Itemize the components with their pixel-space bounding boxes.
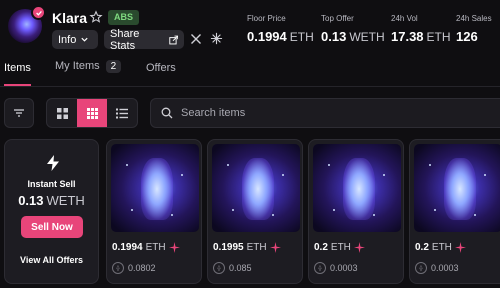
top-offer-value: 0.13 WETH bbox=[321, 29, 385, 44]
tab-offers[interactable]: Offers bbox=[146, 62, 176, 74]
sales-24h-value: 126 bbox=[456, 29, 478, 44]
share-stats-label: Share Stats bbox=[110, 27, 140, 52]
search-bar bbox=[150, 98, 500, 128]
view-toggle-group bbox=[46, 98, 138, 128]
search-input[interactable] bbox=[181, 107, 381, 119]
instant-sell-card: Instant Sell 0.13 WETH Sell Now View All … bbox=[4, 139, 99, 284]
collection-name: Klara bbox=[52, 10, 88, 26]
item-image bbox=[414, 144, 500, 232]
info-label: Info bbox=[58, 33, 77, 46]
volume-24h-value: 17.38 ETH bbox=[391, 29, 451, 44]
item-card[interactable]: 0.1995 ETH ⟠ 0.085 bbox=[207, 139, 303, 284]
sparkle-icon bbox=[353, 242, 365, 253]
info-dropdown[interactable]: Info bbox=[52, 30, 98, 49]
view-all-offers-link[interactable]: View All Offers bbox=[5, 255, 98, 265]
active-tab-indicator bbox=[4, 84, 31, 86]
item-price: 0.2 ETH bbox=[314, 242, 365, 253]
x-twitter-icon[interactable] bbox=[190, 33, 202, 45]
instant-sell-title: Instant Sell bbox=[27, 179, 76, 189]
grid-large-icon bbox=[56, 107, 68, 119]
offer-coin-icon: ⟠ bbox=[415, 262, 427, 274]
tabs-divider bbox=[0, 86, 500, 87]
item-best-offer: ⟠ 0.085 bbox=[213, 262, 252, 274]
lightning-bolt-icon bbox=[47, 155, 59, 171]
item-best-offer: ⟠ 0.0003 bbox=[314, 262, 358, 274]
instant-sell-price: 0.13 WETH bbox=[18, 193, 85, 208]
sales-24h-label: 24h Sales bbox=[456, 14, 492, 23]
favorite-star-icon[interactable] bbox=[89, 10, 103, 24]
item-image bbox=[212, 144, 300, 232]
item-card[interactable]: 0.1994 ETH ⟠ 0.0802 bbox=[106, 139, 202, 284]
item-image bbox=[313, 144, 401, 232]
share-stats-button[interactable]: Share Stats bbox=[104, 27, 184, 52]
my-items-count: 2 bbox=[105, 60, 122, 73]
large-grid-view-button[interactable] bbox=[47, 99, 77, 127]
chevron-down-icon bbox=[81, 37, 88, 42]
item-best-offer: ⟠ 0.0003 bbox=[415, 262, 459, 274]
sparkle-icon bbox=[269, 242, 281, 253]
search-icon bbox=[161, 107, 173, 119]
sell-now-button[interactable]: Sell Now bbox=[21, 216, 83, 238]
sparkle-icon bbox=[168, 242, 180, 253]
filter-button[interactable] bbox=[4, 98, 34, 128]
filter-icon bbox=[14, 109, 24, 117]
item-price: 0.2 ETH bbox=[415, 242, 466, 253]
tab-items[interactable]: Items bbox=[4, 62, 31, 74]
offer-coin-icon: ⟠ bbox=[213, 262, 225, 274]
grid-small-icon bbox=[86, 107, 98, 119]
chain-badge: ABS bbox=[108, 10, 140, 25]
offer-coin-icon: ⟠ bbox=[112, 262, 124, 274]
small-grid-view-button[interactable] bbox=[77, 99, 107, 127]
item-price: 0.1995 ETH bbox=[213, 242, 281, 253]
tab-my-items[interactable]: My Items 2 bbox=[55, 60, 122, 73]
volume-24h-label: 24h Vol bbox=[391, 14, 418, 23]
item-best-offer: ⟠ 0.0802 bbox=[112, 262, 156, 274]
item-price: 0.1994 ETH bbox=[112, 242, 180, 253]
list-view-button[interactable] bbox=[107, 99, 137, 127]
floor-price-label: Floor Price bbox=[247, 14, 286, 23]
floor-price-value: 0.1994 ETH bbox=[247, 29, 314, 44]
collection-avatar bbox=[8, 5, 46, 43]
top-offer-label: Top Offer bbox=[321, 14, 354, 23]
share-icon bbox=[168, 35, 178, 44]
website-icon[interactable] bbox=[210, 32, 223, 45]
verified-badge-icon bbox=[31, 5, 46, 20]
item-card[interactable]: 0.2 ETH ⟠ 0.0003 bbox=[308, 139, 404, 284]
item-image bbox=[111, 144, 199, 232]
offer-coin-icon: ⟠ bbox=[314, 262, 326, 274]
list-icon bbox=[116, 108, 128, 118]
sparkle-icon bbox=[454, 242, 466, 253]
tab-my-items-label: My Items bbox=[55, 60, 100, 72]
item-card[interactable]: 0.2 ETH ⟠ 0.0003 bbox=[409, 139, 500, 284]
